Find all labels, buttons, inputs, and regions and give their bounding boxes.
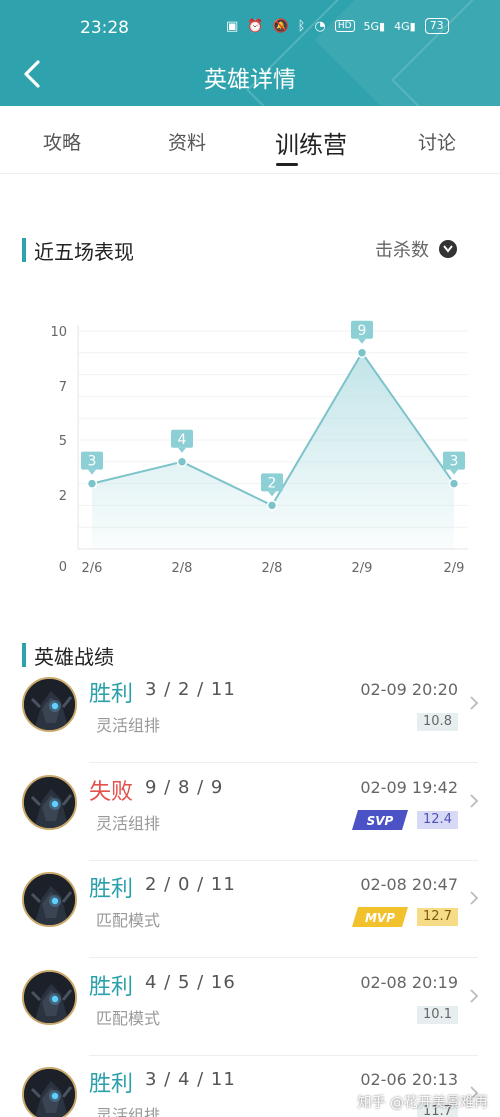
- chevron-right-icon: [470, 891, 479, 905]
- battery-indicator: 73: [424, 18, 449, 34]
- data-label: 3: [450, 454, 459, 470]
- tab-bar: 攻略 资料 训练营 讨论: [0, 106, 500, 174]
- performance-title: 近五场表现: [34, 240, 134, 264]
- chevron-right-icon: [470, 696, 479, 710]
- x-tick-label: 2/9: [352, 561, 373, 576]
- match-kda: 3 / 2 / 11: [145, 679, 236, 700]
- metric-selected-label: 击杀数: [375, 240, 429, 261]
- x-tick-label: 2/8: [172, 561, 193, 576]
- data-label: 4: [178, 432, 187, 448]
- match-time: 02-09 19:42: [360, 777, 458, 797]
- app-header: 23:28 ▣ ⏰ 🔕 ᛒ ◔ HD 5G▮ 4G▮ 73 英雄详情: [0, 0, 500, 106]
- hero-avatar: [22, 1067, 77, 1117]
- data-label-pointer: [178, 447, 186, 453]
- data-label: 2: [268, 475, 277, 491]
- page-title: 英雄详情: [204, 67, 296, 93]
- status-time: 23:28: [80, 18, 129, 38]
- data-point: [448, 478, 460, 489]
- alarm-icon: ⏰: [247, 18, 264, 34]
- match-time: 02-06 20:13: [360, 1070, 458, 1089]
- y-tick-label: 2: [59, 489, 67, 504]
- series-area: [92, 352, 454, 549]
- y-tick-label: 0: [59, 560, 67, 575]
- match-time: 02-09 20:20: [360, 680, 458, 699]
- mute-icon: 🔕: [272, 18, 289, 34]
- match-score: 10.8: [417, 713, 458, 731]
- match-time: 02-08 20:47: [360, 875, 458, 894]
- mvp-badge-icon: MVP: [352, 907, 408, 927]
- hero-avatar: [22, 969, 77, 1025]
- match-score: 12.7: [417, 908, 458, 926]
- signal-5g-icon: 5G▮: [363, 19, 386, 33]
- tab-guide[interactable]: 攻略: [43, 128, 81, 155]
- match-result: 失败: [89, 779, 134, 805]
- tab-info[interactable]: 资料: [168, 128, 206, 155]
- status-bar: 23:28 ▣ ⏰ 🔕 ᛒ ◔ HD 5G▮ 4G▮ 73: [0, 12, 500, 46]
- svg-text:MVP: MVP: [365, 911, 395, 925]
- data-point: [356, 347, 368, 359]
- tab-discussion[interactable]: 讨论: [418, 128, 456, 155]
- match-mode: 灵活组排: [96, 716, 161, 735]
- match-result: 胜利: [89, 974, 134, 1000]
- match-kda: 9 / 8 / 9: [145, 776, 224, 798]
- match-row[interactable]: 失败 9 / 8 / 9 灵活组排 02-09 19:42 SVP 12.4: [0, 764, 500, 861]
- tab-training-camp[interactable]: 训练营: [275, 125, 347, 160]
- hero-avatar: [22, 677, 77, 732]
- chevron-right-icon: [470, 793, 479, 808]
- y-tick-label: 10: [50, 325, 67, 340]
- section-accent-bar: [22, 238, 26, 262]
- match-kda: 4 / 5 / 16: [145, 971, 236, 993]
- y-tick-label: 7: [59, 380, 67, 395]
- match-mode: 灵活组排: [96, 813, 161, 833]
- status-icons: ▣ ⏰ 🔕 ᛒ ◔ HD 5G▮ 4G▮ 73: [226, 18, 449, 34]
- match-kda: 3 / 4 / 11: [145, 1069, 236, 1090]
- data-point: [86, 478, 98, 489]
- match-result: 胜利: [89, 877, 134, 902]
- data-point: [176, 456, 188, 468]
- data-label-pointer: [358, 338, 366, 344]
- data-label-pointer: [450, 469, 458, 475]
- match-mode: 灵活组排: [96, 1106, 161, 1117]
- hd-icon: HD: [334, 20, 355, 32]
- bluetooth-icon: ᛒ: [297, 18, 306, 34]
- x-tick-label: 2/9: [444, 561, 465, 576]
- y-tick-label: 5: [59, 434, 67, 449]
- match-score: 12.4: [417, 810, 458, 829]
- wifi-icon: ◔: [314, 18, 326, 34]
- match-mode: 匹配模式: [96, 1008, 161, 1028]
- chevron-right-icon: [470, 988, 479, 1003]
- svg-text:SVP: SVP: [367, 814, 394, 828]
- hero-avatar: [22, 774, 77, 830]
- x-tick-label: 2/6: [82, 561, 103, 576]
- data-label-pointer: [268, 491, 276, 497]
- match-time: 02-08 20:19: [360, 972, 458, 992]
- match-score: 10.1: [417, 1005, 458, 1024]
- nfc-icon: ▣: [226, 18, 239, 34]
- signal-4g-icon: 4G▮: [394, 19, 416, 33]
- kills-line-chart: 10 7 5 2 0 3 2/6 4 2/8 2 2/8 9 2/9 3 2/9: [50, 320, 468, 576]
- match-mode: 匹配模式: [96, 911, 161, 930]
- active-tab-indicator: [276, 163, 298, 166]
- chevron-down-icon: [439, 240, 457, 258]
- match-row[interactable]: 胜利 3 / 2 / 11 灵活组排 02-09 20:20 10.8: [0, 666, 500, 763]
- match-row[interactable]: 胜利 2 / 0 / 11 匹配模式 02-08 20:47 MVP 12.7: [0, 861, 500, 958]
- match-kda: 2 / 0 / 11: [145, 874, 236, 895]
- match-result: 胜利: [89, 682, 134, 707]
- x-tick-label: 2/8: [262, 561, 283, 576]
- watermark: 知乎 @花开美景难再: [357, 1095, 488, 1111]
- data-label: 9: [358, 323, 367, 339]
- data-label: 3: [88, 454, 97, 470]
- hero-avatar: [22, 872, 77, 927]
- metric-dropdown[interactable]: 击杀数: [375, 236, 457, 262]
- match-result: 胜利: [89, 1072, 134, 1097]
- data-label-pointer: [88, 469, 96, 475]
- data-point: [266, 500, 278, 511]
- match-row[interactable]: 胜利 4 / 5 / 16 匹配模式 02-08 20:19 10.1: [0, 959, 500, 1056]
- section-accent-bar: [22, 643, 26, 667]
- svp-badge-icon: SVP: [352, 809, 408, 830]
